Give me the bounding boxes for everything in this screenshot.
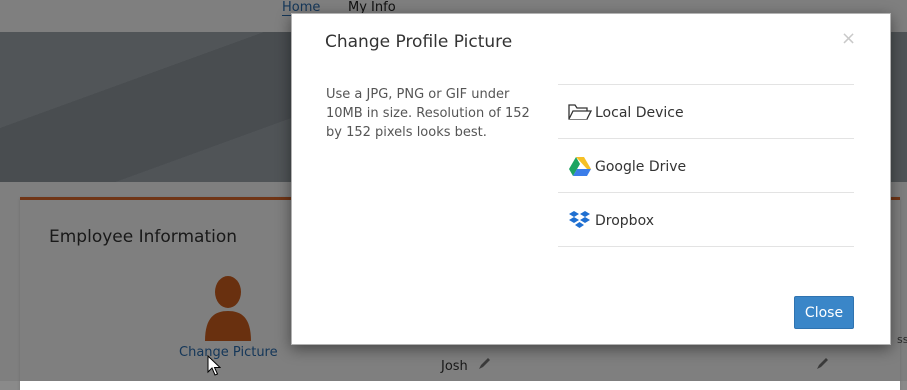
source-google-drive[interactable]: Google Drive	[558, 139, 854, 193]
source-label: Dropbox	[595, 213, 654, 229]
source-label: Google Drive	[595, 159, 687, 175]
change-profile-picture-modal: Change Profile Picture × Use a JPG, PNG …	[291, 13, 891, 345]
folder-open-icon	[568, 104, 592, 120]
dropbox-icon	[569, 211, 590, 228]
mouse-cursor-icon	[207, 355, 221, 376]
google-drive-icon	[569, 157, 591, 176]
upload-help-text: Use a JPG, PNG or GIF under 10MB in size…	[326, 87, 530, 140]
close-icon[interactable]: ×	[841, 28, 856, 49]
source-dropbox[interactable]: Dropbox	[558, 193, 854, 247]
modal-title: Change Profile Picture	[325, 32, 513, 52]
source-local-device[interactable]: Local Device	[558, 85, 854, 139]
source-label: Local Device	[595, 105, 684, 121]
close-button[interactable]: Close	[794, 296, 854, 329]
upload-source-list: Local Device Google Drive Dropbox	[558, 84, 854, 247]
